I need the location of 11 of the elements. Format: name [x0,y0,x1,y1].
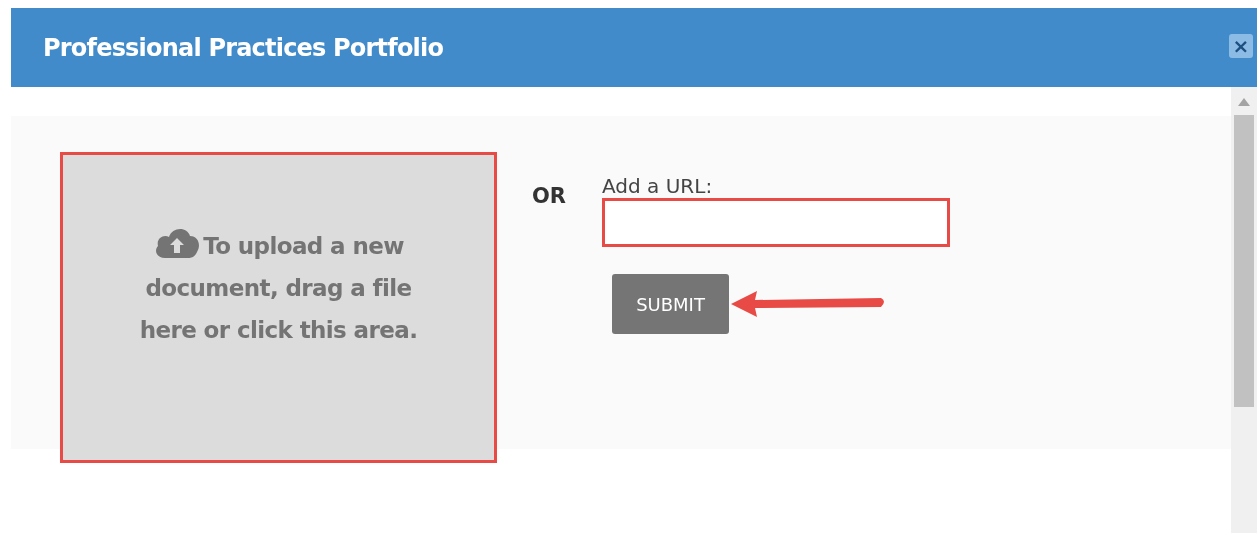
or-separator: OR [532,184,567,210]
url-label: Add a URL: [602,174,714,198]
url-input-field[interactable] [602,198,951,247]
dialog-title: Professional Practices Portfolio [43,33,444,62]
submit-button[interactable]: SUBMIT [612,274,730,334]
upload-instructions: To upload a new document, drag a file here or click this area. [128,224,429,351]
scroll-up-icon[interactable] [1238,98,1250,106]
upload-drop-zone[interactable]: To upload a new document, drag a file here or click this area. [60,152,497,463]
scrollbar[interactable] [1231,87,1257,533]
scrollbar-thumb[interactable] [1234,115,1254,407]
close-button[interactable]: × [1229,33,1253,58]
